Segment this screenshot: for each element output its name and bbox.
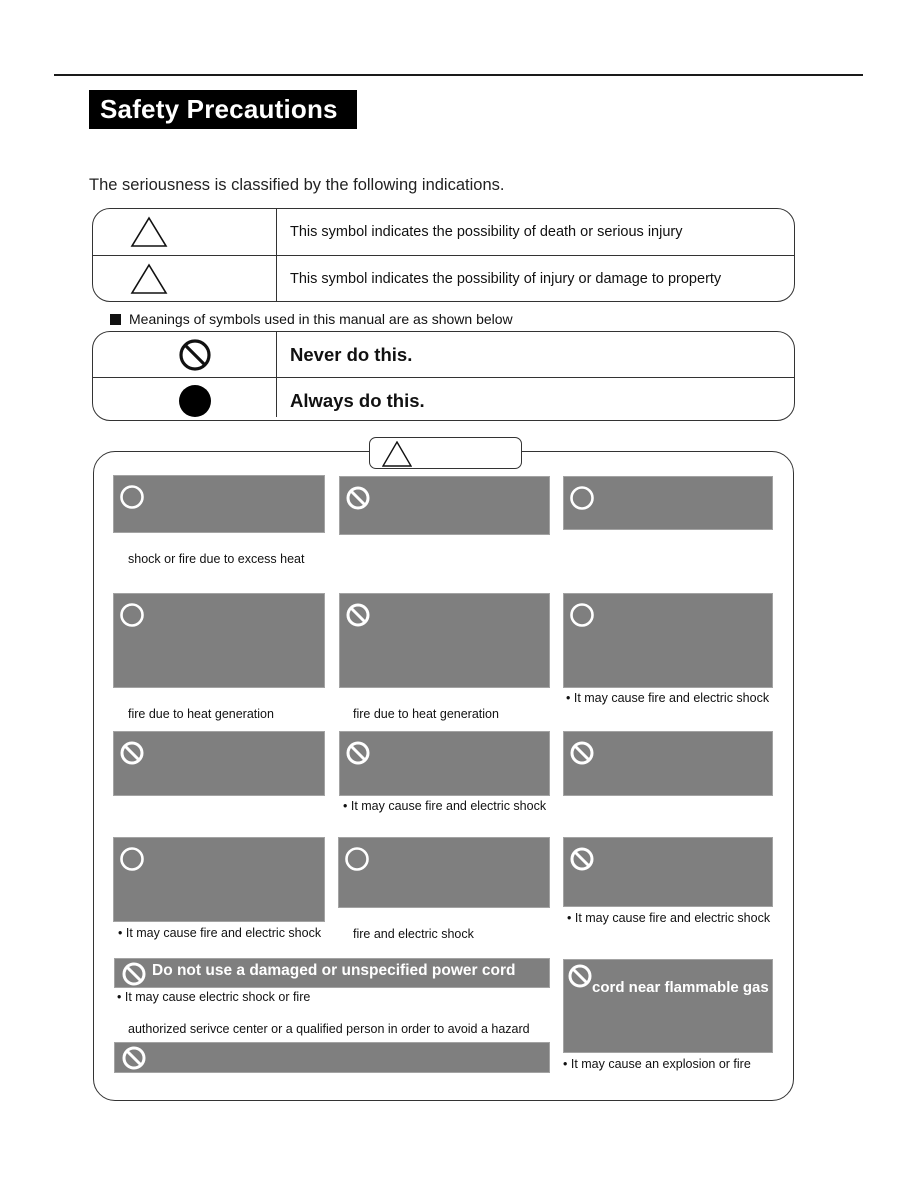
symbols-section-text: Meanings of symbols used in this manual …	[129, 311, 513, 327]
warning-item-box: cord near flammable gas	[563, 959, 773, 1053]
warning-item-note: shock or fire due to excess heat	[128, 552, 305, 566]
prohibited-icon	[569, 740, 595, 771]
symbol-meaning: Never do this.	[290, 343, 413, 365]
seriousness-row-caution: This symbol indicates the possibility of…	[93, 255, 794, 301]
warning-item-box	[339, 593, 550, 688]
mandatory-ring-icon	[119, 602, 145, 633]
warning-item-note: • It may cause an explosion or fire	[563, 1057, 751, 1071]
symbols-section-label: Meanings of symbols used in this manual …	[110, 311, 513, 327]
warning-item-box	[338, 837, 550, 908]
header-rule	[54, 74, 863, 76]
symbol-row-always: Always do this.	[93, 377, 794, 420]
warning-item-note: • It may cause fire and electric shock	[567, 911, 771, 925]
warning-item-box	[563, 593, 773, 688]
mandatory-ring-icon	[569, 602, 595, 633]
mandatory-ring-icon	[569, 485, 595, 516]
warning-item-box	[563, 476, 773, 530]
warning-item-box	[563, 731, 773, 796]
warning-item-note: • It may cause electric shock or fire	[117, 990, 311, 1004]
warning-item-box	[113, 593, 325, 688]
prohibited-icon	[567, 963, 593, 994]
seriousness-row-warning: This symbol indicates the possibility of…	[93, 209, 794, 255]
warning-item-note: • It may cause fire and electric shock	[566, 691, 770, 705]
symbols-table: Never do this. Always do this.	[92, 331, 795, 421]
intro-text: The seriousness is classified by the fol…	[89, 176, 505, 194]
warning-item-box	[113, 731, 325, 796]
warning-item-note: fire and electric shock	[353, 927, 474, 941]
warning-item-box	[113, 837, 325, 922]
warning-item-note: fire due to heat generation	[128, 707, 274, 721]
prohibited-icon	[345, 740, 371, 771]
warning-item-box	[563, 837, 773, 907]
prohibited-icon	[93, 332, 297, 377]
warning-item-box	[113, 475, 325, 533]
seriousness-text: This symbol indicates the possibility of…	[290, 271, 722, 287]
warning-item-title: Do not use a damaged or unspecified powe…	[152, 962, 516, 979]
warning-item-note: • It may cause fire and electric shock	[118, 926, 322, 940]
prohibited-icon	[119, 740, 145, 771]
prohibited-icon	[569, 846, 595, 877]
column-divider	[276, 332, 278, 417]
column-divider	[276, 209, 278, 301]
bullet-square-icon	[110, 313, 121, 325]
symbol-meaning: Always do this.	[290, 389, 425, 411]
warning-item-box: Do not use a damaged or unspecified powe…	[114, 958, 550, 988]
page-title: Safety Precautions	[89, 90, 357, 129]
warning-item-box	[114, 1042, 550, 1073]
warning-panel-tab	[369, 437, 522, 469]
mandatory-ring-icon	[119, 484, 145, 515]
mandatory-ring-icon	[119, 846, 145, 877]
prohibited-icon	[345, 602, 371, 633]
caution-triangle-icon	[93, 256, 205, 301]
warning-item-note: authorized serivce center or a qualified…	[128, 1022, 530, 1036]
prohibited-icon	[121, 961, 147, 992]
warning-item-title: cord near flammable gas	[592, 979, 769, 996]
symbol-row-never: Never do this.	[93, 332, 794, 377]
seriousness-text: This symbol indicates the possibility of…	[290, 224, 683, 240]
warning-triangle-icon	[381, 440, 413, 472]
prohibited-icon	[121, 1045, 147, 1076]
warning-item-note: fire due to heat generation	[353, 707, 499, 721]
warning-triangle-icon	[93, 209, 205, 255]
prohibited-icon	[345, 485, 371, 516]
warning-item-box	[339, 731, 550, 796]
warning-item-note: • It may cause fire and electric shock	[343, 799, 547, 813]
mandatory-icon	[93, 378, 297, 420]
seriousness-table: This symbol indicates the possibility of…	[92, 208, 795, 302]
warning-item-box	[339, 476, 550, 535]
mandatory-ring-icon	[344, 846, 370, 877]
